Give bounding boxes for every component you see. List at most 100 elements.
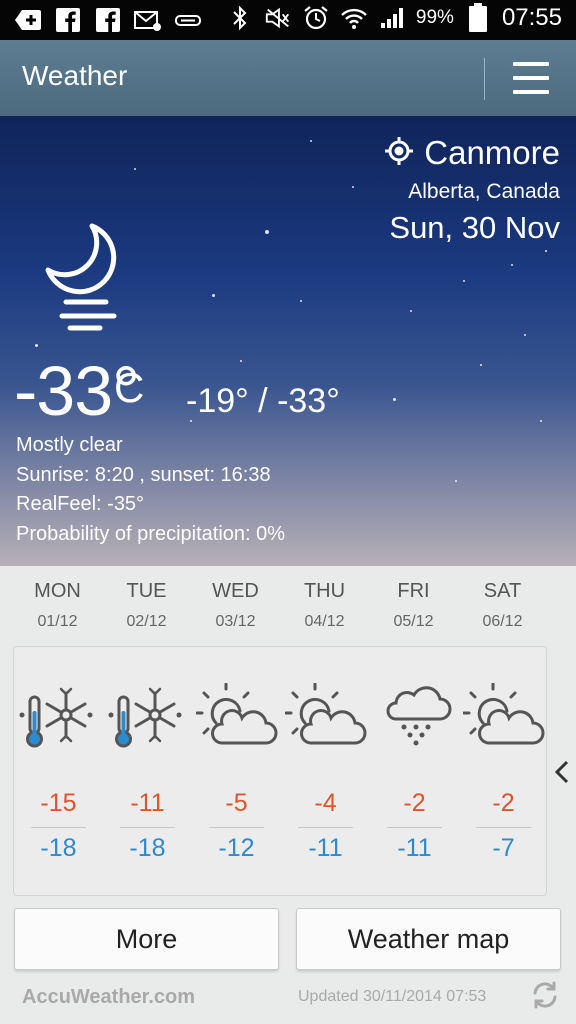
precipitation-probability: Probability of precipitation: 0%	[16, 523, 286, 545]
day-header[interactable]: MON 01/12	[13, 580, 102, 631]
day-date: 02/12	[126, 613, 167, 630]
star	[545, 250, 547, 252]
day-header[interactable]: THU 04/12	[280, 580, 369, 631]
forecast-low: -12	[218, 834, 255, 862]
menu-icon	[513, 62, 549, 66]
wifi-icon	[340, 4, 368, 32]
star	[511, 264, 513, 266]
day-header[interactable]: WED 03/12	[191, 580, 280, 631]
day-name: TUE	[126, 580, 167, 602]
divider	[387, 827, 442, 828]
day-name: WED	[212, 580, 259, 602]
day-date: 01/12	[37, 613, 78, 630]
accuweather-logo[interactable]: AccuWeather.com	[22, 986, 195, 1009]
chevron-left-icon[interactable]	[552, 760, 572, 784]
forecast-low: -7	[492, 834, 515, 862]
alarm-icon	[302, 4, 330, 32]
clock: 07:55	[501, 4, 562, 31]
star	[463, 280, 465, 282]
day-header[interactable]: FRI 05/12	[369, 580, 458, 631]
snow-cold-icon	[107, 683, 189, 753]
partly-cloudy-icon	[195, 682, 278, 753]
star	[410, 310, 412, 312]
updated-timestamp: Updated 30/11/2014 07:53	[298, 988, 487, 1005]
divider	[298, 827, 353, 828]
forecast-high: -4	[314, 789, 337, 817]
battery-percent: 99%	[415, 7, 454, 28]
forecast-day[interactable]: -2 -7	[459, 647, 548, 897]
day-name: MON	[34, 580, 81, 602]
star	[300, 300, 302, 302]
day-date: 04/12	[304, 613, 345, 630]
star	[524, 334, 526, 336]
forecast-low: -11	[308, 834, 343, 862]
forecast-high: -2	[492, 789, 515, 817]
forecast-high: -5	[225, 789, 248, 817]
condition-text: Mostly clear	[16, 434, 123, 456]
current-date: Sun, 30 Nov	[389, 210, 560, 245]
day-date: 03/12	[215, 613, 256, 630]
snow-cold-icon	[18, 683, 100, 753]
moon-fog-icon	[40, 220, 124, 340]
forecast-low: -18	[40, 834, 77, 862]
forecast-day[interactable]: -4 -11	[281, 647, 370, 897]
day-date: 06/12	[482, 613, 523, 630]
weather-map-button[interactable]: Weather map	[296, 908, 561, 970]
temperature-unit[interactable]: C	[114, 364, 144, 412]
app-title: Weather	[22, 60, 128, 91]
facebook-icon	[54, 6, 82, 34]
snow-cloud-icon	[374, 683, 456, 753]
temperature-range: -19° / -33°	[186, 382, 340, 420]
forecast-low: -18	[129, 834, 166, 862]
forecast-day[interactable]: -11 -18	[103, 647, 192, 897]
facebook-icon	[94, 6, 122, 34]
forecast-high: -2	[403, 789, 426, 817]
star	[310, 140, 312, 142]
star	[540, 420, 542, 422]
star	[35, 344, 38, 347]
forecast-day[interactable]: -2 -11	[370, 647, 459, 897]
star	[455, 480, 457, 482]
star	[265, 230, 269, 234]
forecast-day[interactable]: -15 -18	[14, 647, 103, 897]
day-header[interactable]: TUE 02/12	[102, 580, 191, 631]
location-block: Canmore Alberta, Canada Sun, 30 Nov	[384, 134, 560, 246]
day-header[interactable]: SAT 06/12	[458, 580, 547, 631]
region-name: Alberta, Canada	[408, 180, 560, 203]
divider	[120, 827, 175, 828]
location-target-icon	[384, 136, 414, 171]
divider	[209, 827, 264, 828]
city-name[interactable]: Canmore	[424, 134, 560, 172]
email-icon	[134, 6, 162, 34]
star	[240, 360, 242, 362]
realfeel: RealFeel: -35°	[16, 493, 145, 515]
partly-cloudy-icon	[284, 682, 367, 753]
status-bar: 99% 07:55	[0, 0, 576, 40]
forecast-card[interactable]: -15 -18 -11 -18 -5 -12 -4 -11 -2 -11 -2 …	[13, 646, 547, 896]
mute-icon	[264, 4, 292, 32]
day-date: 05/12	[393, 613, 434, 630]
bluetooth-icon	[226, 4, 254, 32]
signal-icon	[378, 4, 406, 32]
star	[480, 364, 482, 366]
forecast-high: -15	[40, 789, 77, 817]
forecast-high: -11	[130, 789, 165, 817]
transfer-icon	[174, 6, 202, 34]
day-name: THU	[303, 580, 346, 602]
more-button[interactable]: More	[14, 908, 279, 970]
day-name: FRI	[397, 580, 430, 602]
star	[134, 168, 136, 170]
forecast-day[interactable]: -5 -12	[192, 647, 281, 897]
day-name: SAT	[483, 580, 522, 602]
sunrise-sunset: Sunrise: 8:20 , sunset: 16:38	[16, 464, 271, 486]
forecast-low: -11	[397, 834, 432, 862]
current-weather-panel: Canmore Alberta, Canada Sun, 30 Nov -33°…	[0, 116, 576, 566]
star	[352, 186, 354, 188]
app-bar-divider	[484, 58, 485, 100]
forecast-days-header: MON 01/12 TUE 02/12 WED 03/12 THU 04/12 …	[13, 580, 547, 640]
menu-button[interactable]	[508, 60, 554, 96]
star	[212, 294, 215, 297]
partly-cloudy-icon	[462, 682, 545, 753]
battery-icon	[464, 3, 492, 32]
refresh-icon[interactable]	[530, 980, 560, 1010]
